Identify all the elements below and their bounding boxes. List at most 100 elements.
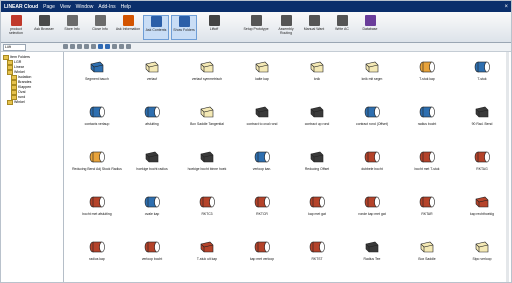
tree-item[interactable]: Winkel <box>7 99 25 105</box>
content-item[interactable]: knik <box>286 54 348 94</box>
content-item[interactable]: Box Saddle Tangential <box>176 99 238 139</box>
ribbon-button-5[interactable]: Ask Contents <box>143 15 169 40</box>
rect-duct-icon <box>474 240 490 254</box>
content-item[interactable]: Reducing Offset <box>286 144 348 184</box>
thumbnail-view-icon[interactable] <box>112 44 117 49</box>
content-item[interactable]: kalte kap <box>231 54 293 94</box>
content-item[interactable]: 90 Rad. Bend <box>451 99 511 139</box>
round-duct-icon <box>309 195 325 209</box>
content-item[interactable]: verlauf symmetrisch <box>176 54 238 94</box>
ribbon-button-4[interactable]: Ask Information <box>115 15 141 40</box>
ribbon-button-11[interactable]: Write AC <box>329 15 355 40</box>
content-item[interactable]: T-stuk kap <box>396 54 458 94</box>
content-item[interactable]: radius kap <box>66 234 128 274</box>
tree-item-label: LGR <box>14 60 22 64</box>
content-item[interactable]: verlauf <box>121 54 183 94</box>
content-item[interactable]: kap rechthoekig <box>451 189 511 229</box>
content-item-label: RKTAG <box>476 167 488 171</box>
menu-page[interactable]: Page <box>43 4 55 10</box>
menu-window[interactable]: Window <box>76 4 94 10</box>
tree-item[interactable]: Isolation <box>11 74 31 80</box>
content-item[interactable]: T-stuk <box>451 54 511 94</box>
content-item[interactable]: RKTC3 <box>176 189 238 229</box>
content-item[interactable]: ovale kap <box>121 189 183 229</box>
large-icons-view-icon[interactable] <box>98 44 103 49</box>
ribbon-button-2[interactable]: Store Info <box>59 15 85 40</box>
tree-item[interactable]: Linear <box>7 64 24 70</box>
tree-item[interactable]: Item Folders <box>3 54 30 60</box>
content-item[interactable]: contacts verlaup <box>66 99 128 139</box>
content-item[interactable]: bocht met afsluiting <box>66 189 128 229</box>
content-item[interactable]: hoekige bocht radius <box>121 144 183 184</box>
ribbon-button-3[interactable]: Close Info <box>87 15 113 40</box>
tree-item-label: Oval <box>18 90 26 94</box>
ribbon-button-0[interactable]: product selection <box>3 15 29 40</box>
content-item[interactable]: kap met gat <box>286 189 348 229</box>
rect-duct-icon <box>89 60 105 74</box>
content-item[interactable]: RKTST <box>286 234 348 274</box>
tree-item-label: rund <box>18 95 26 99</box>
ribbon-button-12[interactable]: Database <box>357 15 383 40</box>
content-item[interactable]: dubbele bocht <box>341 144 403 184</box>
content-item-label: 90 Rad. Bend <box>471 122 493 126</box>
view-dropdown[interactable]: Lüft <box>3 44 26 51</box>
content-item[interactable]: contract to oval rond <box>231 99 293 139</box>
content-item[interactable]: kap met verloop <box>231 234 293 274</box>
content-item[interactable]: RKTCR <box>231 189 293 229</box>
content-item[interactable]: afsluiting <box>121 99 183 139</box>
ribbon-button-1[interactable]: Ask Browser <box>31 15 57 40</box>
menu-help[interactable]: Help <box>121 4 131 10</box>
content-item-label: knik <box>313 77 321 81</box>
tree-item[interactable]: Winkel <box>7 69 25 75</box>
ribbon-button-6[interactable]: Show Folders <box>171 15 197 40</box>
content-item[interactable]: contract rond (Offset) <box>341 99 403 139</box>
back-icon[interactable] <box>63 44 68 49</box>
content-item[interactable]: Reducing Bend Adj Stock Radius <box>66 144 128 184</box>
content-item-label: Reducing Bend Adj Stock Radius <box>72 167 122 171</box>
close-icon[interactable]: × <box>504 4 508 10</box>
content-item[interactable]: verloop kan. <box>231 144 293 184</box>
tree-item[interactable]: Brandes <box>11 79 31 85</box>
list-view-icon[interactable] <box>84 44 89 49</box>
menu-add-ins[interactable]: Add-Ins <box>98 4 115 10</box>
tree-item[interactable]: LGR <box>7 59 22 65</box>
content-item[interactable]: T-stuk uit kap <box>176 234 238 274</box>
round-duct-icon <box>474 60 490 74</box>
menu-view[interactable]: View <box>60 4 71 10</box>
ribbon-button-10[interactable]: Manual Want <box>301 15 327 40</box>
content-item-label: dubbele bocht <box>361 167 383 171</box>
content-item[interactable]: Box Saddle <box>396 234 458 274</box>
small-icons-view-icon[interactable] <box>105 44 110 49</box>
content-item[interactable]: knik mit segm <box>341 54 403 94</box>
content-item[interactable]: Radius Tee <box>341 234 403 274</box>
app-title: LINEAR Cloud <box>4 3 39 10</box>
content-item[interactable]: verloop bocht <box>121 234 183 274</box>
content-item[interactable]: Stpo verloop <box>451 234 511 274</box>
content-item[interactable]: Segment bauch <box>66 54 128 94</box>
detail-view-icon[interactable] <box>91 44 96 49</box>
content-item[interactable]: radius bocht <box>396 99 458 139</box>
rect-duct-icon <box>144 60 160 74</box>
ribbon-button-9[interactable]: Assembly Routing <box>273 15 299 40</box>
liftoff-icon <box>208 15 220 26</box>
ribbon-button-7[interactable]: Liftoff <box>201 15 227 40</box>
tree-item[interactable]: Oval <box>11 89 26 95</box>
vertical-scrollbar[interactable] <box>506 52 509 282</box>
content-item[interactable]: hoekige bocht binne hoek <box>176 144 238 184</box>
content-item[interactable]: ronde kap met gat <box>341 189 403 229</box>
filter-icon[interactable] <box>126 44 131 49</box>
content-item[interactable]: bocht met T-stuk <box>396 144 458 184</box>
tree-item[interactable]: Klappen <box>11 84 31 90</box>
content-item[interactable]: RKTAG <box>451 144 511 184</box>
ribbon-button-8[interactable]: Setup Prototype <box>243 15 269 40</box>
setup-icon <box>250 15 262 26</box>
content-item[interactable]: RKTAR <box>396 189 458 229</box>
up-folder-icon[interactable] <box>77 44 82 49</box>
forward-icon[interactable] <box>70 44 75 49</box>
content-item-label: ronde kap met gat <box>358 212 386 216</box>
info-icon <box>122 15 134 26</box>
refresh-icon[interactable] <box>119 44 124 49</box>
store-icon <box>66 15 78 26</box>
tree-item[interactable]: rund <box>11 94 26 100</box>
content-item[interactable]: contract up rond <box>286 99 348 139</box>
